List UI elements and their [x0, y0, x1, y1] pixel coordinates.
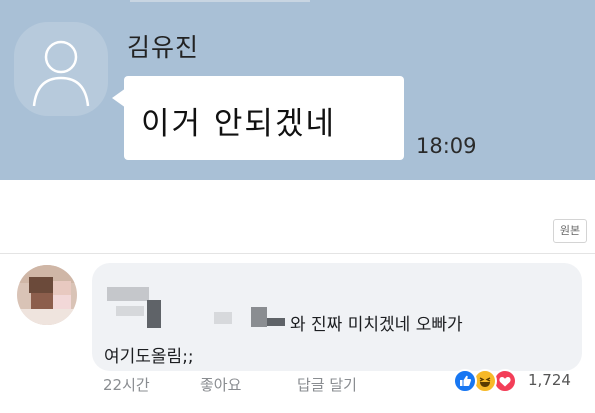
comment-text-line1: 와 진짜 미치겠네 오빠가 — [290, 315, 463, 335]
avatar-pixel — [31, 293, 53, 309]
blurred-name — [214, 312, 232, 324]
comment-timestamp[interactable]: 22시간 — [103, 374, 150, 395]
message-bubble: 이거 안되겠네 — [124, 76, 404, 160]
reply-button[interactable]: 답글 달기 — [297, 374, 357, 395]
profile-avatar[interactable] — [14, 22, 108, 116]
blurred-name — [251, 307, 267, 327]
like-icon — [453, 369, 477, 393]
reaction-summary[interactable]: 1,724 — [453, 367, 581, 393]
like-button[interactable]: 좋아요 — [200, 374, 241, 395]
default-profile-icon — [32, 40, 90, 107]
avatar-pixel — [53, 281, 71, 295]
reaction-count: 1,724 — [528, 371, 571, 389]
page: 김유진 이거 안되겠네 18:09 원본 와 진짜 미치겠네 오빠가 여기도올림… — [0, 0, 595, 413]
avatar-pixel — [17, 309, 77, 325]
divider — [0, 253, 595, 254]
blurred-name — [116, 306, 144, 316]
chat-top-edge — [130, 0, 310, 2]
message-time: 18:09 — [416, 134, 477, 158]
avatar-pixel — [29, 277, 53, 293]
sender-name: 김유진 — [127, 33, 200, 62]
blurred-name — [147, 300, 161, 328]
blurred-name — [267, 318, 285, 326]
blurred-name — [107, 287, 149, 301]
commenter-avatar[interactable] — [17, 265, 77, 325]
comment-text-line2: 여기도올림;; — [104, 347, 194, 367]
chat-screenshot: 김유진 이거 안되겠네 18:09 — [0, 0, 595, 180]
original-button[interactable]: 원본 — [553, 219, 587, 243]
